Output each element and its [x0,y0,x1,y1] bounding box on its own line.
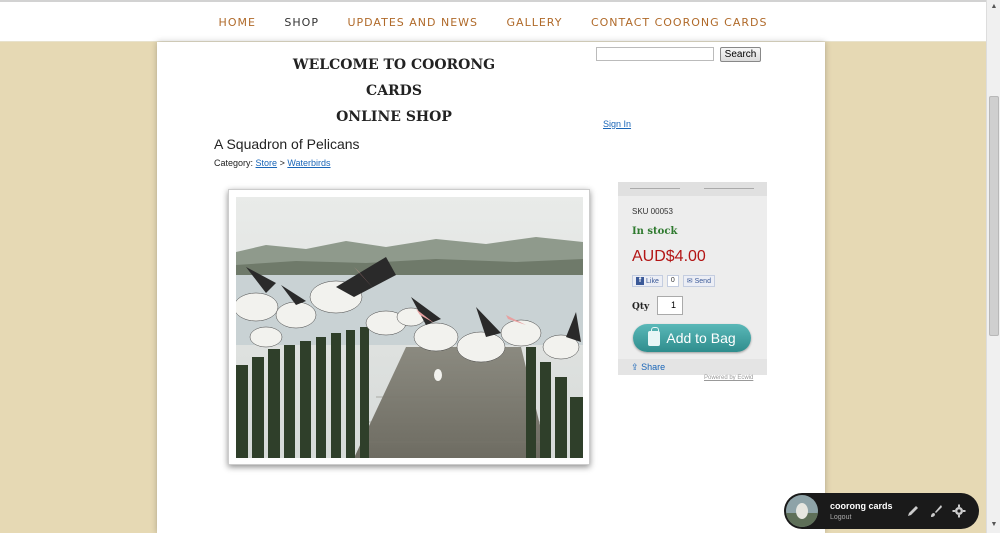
prev-arrow-icon[interactable] [630,188,680,189]
nav-contact[interactable]: CONTACT COORONG CARDS [591,16,768,29]
share-label: Share [641,362,666,372]
social-buttons: f Like 0 ✉ Send [632,275,715,287]
breadcrumb-store[interactable]: Store [256,158,278,168]
facebook-like-button[interactable]: f Like [632,275,663,287]
site-avatar[interactable] [786,495,818,527]
pencil-icon[interactable] [906,504,920,518]
sign-in-link[interactable]: Sign In [603,119,631,129]
like-label: Like [646,277,659,285]
welcome-heading: WELCOME TO COORONG CARDS ONLINE SHOP [274,52,514,130]
stock-status: In stock [632,226,678,237]
bag-icon [648,326,661,346]
quantity-label: Qty [632,302,650,312]
admin-site-name: coorong cards [830,501,893,511]
gear-icon[interactable] [952,504,966,518]
add-to-bag-button[interactable]: Add to Bag [633,324,751,352]
scrollbar-thumb[interactable] [989,96,999,336]
product-price: AUD$4.00 [632,248,706,265]
vertical-scrollbar[interactable]: ▲ ▼ [986,0,1000,533]
send-icon: ✉ [686,278,693,285]
scroll-down-icon[interactable]: ▼ [989,520,999,530]
powered-by-link[interactable]: Powered by Ecwid [704,375,753,381]
scroll-up-icon[interactable]: ▲ [989,2,999,12]
breadcrumb-separator: > [279,158,285,168]
main-nav: HOME SHOP UPDATES AND NEWS GALLERY CONTA… [0,16,986,29]
nav-home[interactable]: HOME [219,16,256,29]
breadcrumb: Category: Store > Waterbirds [214,158,331,168]
logout-link[interactable]: Logout [830,514,851,521]
nav-gallery[interactable]: GALLERY [507,16,563,29]
category-prefix: Category: [214,158,254,168]
product-photo[interactable] [236,197,583,458]
top-navigation-bar: HOME SHOP UPDATES AND NEWS GALLERY CONTA… [0,0,986,42]
product-sku: SKU 00053 [632,207,673,216]
send-label: Send [694,277,711,285]
facebook-icon: f [636,277,644,285]
quantity-input[interactable]: 1 [657,296,683,315]
product-details-panel: SKU 00053 In stock AUD$4.00 f Like 0 ✉ S… [618,182,767,375]
add-to-bag-label: Add to Bag [666,330,736,346]
next-arrow-icon[interactable] [704,188,754,189]
nav-shop[interactable]: SHOP [284,16,319,29]
product-title: A Squadron of Pelicans [214,136,360,152]
welcome-line-2: ONLINE SHOP [336,109,452,125]
content-page: WELCOME TO COORONG CARDS ONLINE SHOP Sea… [157,42,825,533]
image-nav-bar [618,182,767,196]
like-count: 0 [666,275,679,287]
nav-updates-and-news[interactable]: UPDATES AND NEWS [347,16,478,29]
share-icon: ⇪ [631,362,639,372]
site-admin-bar: coorong cards Logout [784,493,979,529]
facebook-send-button[interactable]: ✉ Send [682,275,715,287]
brush-icon[interactable] [929,504,943,518]
share-button[interactable]: ⇪ Share [618,359,767,375]
breadcrumb-waterbirds[interactable]: Waterbirds [287,158,330,168]
search-button[interactable]: Search [720,47,761,62]
product-image-frame[interactable] [228,189,590,465]
welcome-line-1: WELCOME TO COORONG CARDS [292,57,496,99]
search-input[interactable] [596,47,714,61]
